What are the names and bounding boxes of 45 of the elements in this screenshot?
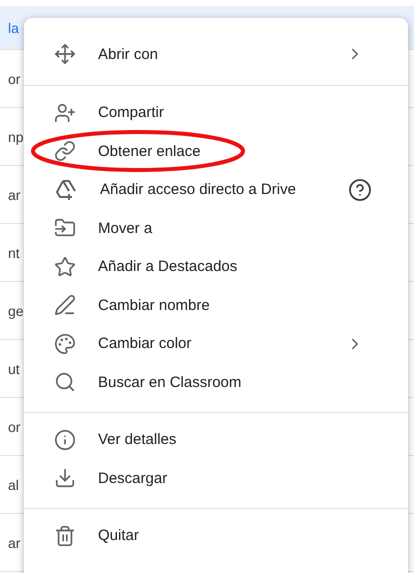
menu-item[interactable]: Compartir bbox=[24, 94, 408, 132]
info-icon bbox=[54, 428, 76, 451]
file-name: la bbox=[8, 20, 19, 36]
move-icon bbox=[54, 43, 76, 66]
menu-label: Añadir acceso directo a Drive bbox=[100, 181, 297, 198]
file-name: ar bbox=[8, 534, 20, 550]
menu-item[interactable]: Ver detalles bbox=[24, 420, 408, 459]
menu-item[interactable]: Cambiar color bbox=[24, 324, 408, 363]
file-name: al bbox=[8, 476, 19, 492]
menu-item[interactable]: Cambiar nombre bbox=[24, 286, 408, 324]
add-person-icon bbox=[54, 102, 76, 124]
file-name: or bbox=[8, 418, 20, 434]
menu-label: Abrir con bbox=[98, 46, 160, 63]
menu-item[interactable]: Añadir acceso directo a Drive bbox=[24, 170, 408, 209]
palette-icon bbox=[54, 332, 76, 355]
file-name: or bbox=[8, 70, 20, 86]
file-name: ge bbox=[8, 302, 24, 318]
search-icon bbox=[54, 371, 76, 394]
menu-item[interactable]: Quitar bbox=[24, 516, 408, 555]
menu-label: Cambiar color bbox=[98, 335, 192, 352]
help-icon[interactable] bbox=[348, 178, 372, 202]
menu-label: Cambiar nombre bbox=[98, 296, 211, 314]
menu-label: Ver detalles bbox=[98, 431, 178, 448]
menu-label: Descargar bbox=[98, 470, 168, 487]
pencil-icon bbox=[54, 294, 76, 316]
file-name: np bbox=[8, 128, 24, 144]
menu-label: Quitar bbox=[98, 527, 140, 544]
menu-label: Obtener enlace bbox=[98, 142, 202, 160]
menu-item[interactable]: Mover a bbox=[24, 209, 408, 248]
menu-label: Mover a bbox=[98, 220, 154, 237]
file-name: ar bbox=[8, 186, 20, 202]
trash-icon bbox=[54, 524, 76, 547]
menu-item[interactable]: Buscar en Classroom bbox=[24, 363, 408, 402]
star-icon bbox=[54, 256, 76, 278]
download-icon bbox=[54, 467, 76, 490]
menu-label: Compartir bbox=[98, 104, 165, 122]
menu-item[interactable]: Añadir a Destacados bbox=[24, 248, 408, 286]
file-name: nt bbox=[8, 244, 20, 260]
file-name: ut bbox=[8, 360, 20, 376]
menu-item[interactable]: Descargar bbox=[24, 459, 408, 498]
menu-label: Buscar en Classroom bbox=[98, 374, 242, 391]
menu-item[interactable]: Abrir con bbox=[24, 35, 408, 74]
link-icon bbox=[54, 140, 76, 162]
menu-item[interactable]: Obtener enlace bbox=[24, 132, 408, 170]
menu-label: Añadir a Destacados bbox=[98, 258, 238, 276]
